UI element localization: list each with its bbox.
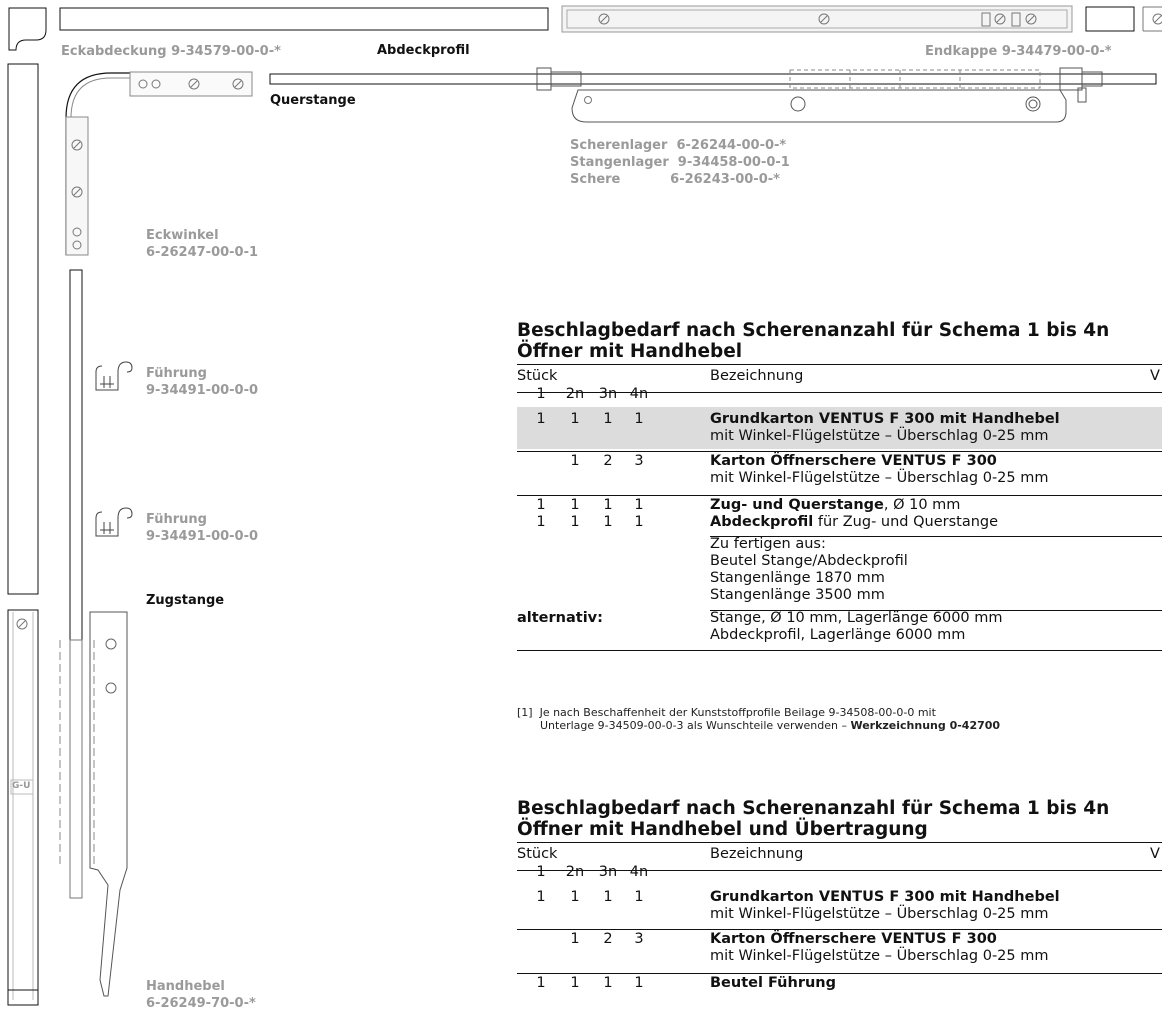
table2-title-line2: Öffner mit Handhebel und Übertragung (517, 819, 928, 840)
header-bezeichnung: Bezeichnung (710, 368, 804, 384)
fuehrung-clip-1 (95, 361, 133, 391)
header-col-3n: 3n (598, 386, 618, 402)
table-row: 1 1 1 1 Abdeckprofil für Zug- und Querst… (536, 514, 999, 530)
header-stueck: Stück (517, 846, 558, 862)
table1-top-rule (517, 364, 1162, 365)
fuehrung-2-number: 9-34491-00-0-0 (146, 529, 259, 544)
table2-title: Beschlagbedarf nach Scherenanzahl für Sc… (517, 798, 1109, 840)
table2-header: Stück 1 2n 3n 4n Bezeichnung V (517, 846, 1162, 884)
table1-header: Stück 1 2n 3n 4n Bezeichnung V (517, 368, 1162, 406)
header-stueck: Stück (517, 368, 558, 384)
table-row: 1 2 3 Karton Öffnerschere VENTUS F 300 m… (570, 931, 1049, 964)
footnote: [1] Je nach Beschaffenheit der Kunststof… (517, 706, 1000, 732)
header-col-4n: 4n (629, 864, 649, 880)
fuehrung-clip-2 (95, 507, 133, 537)
zugstange-rod (69, 269, 83, 641)
end-block (1085, 6, 1135, 32)
table-row: 1 1 1 1 Grundkarton VENTUS F 300 mit Han… (536, 889, 1060, 922)
header-col-3n: 3n (598, 864, 618, 880)
fuehrung-1-name: Führung (146, 366, 207, 381)
footnote-line2: Unterlage 9-34509-00-0-3 als Wunschteile… (540, 719, 851, 732)
label-stangenlager: Stangenlager 9-34458-00-0-1 (570, 155, 790, 170)
eckwinkel-name: Eckwinkel (146, 228, 219, 243)
label-querstange: Querstange (270, 93, 356, 108)
header-col-1: 1 (536, 386, 546, 402)
querstange-rod (269, 73, 1157, 85)
handhebel (89, 611, 128, 997)
header-col-4n: 4n (629, 386, 649, 402)
table-row: 1 1 1 1 Beutel Führung (536, 975, 836, 991)
label-fuehrung-2: Führung 9-34491-00-0-0 (146, 511, 258, 545)
scherenlager-plate (571, 89, 1067, 123)
header-col-2n: 2n (565, 386, 585, 402)
table-row: 1 1 1 1 Grundkarton VENTUS F 300 mit Han… (517, 407, 1162, 449)
top-bar (59, 7, 549, 31)
label-zugstange: Zugstange (146, 593, 225, 608)
corner-cap (8, 7, 47, 51)
table2-title-line1: Beschlagbedarf nach Scherenanzahl für Sc… (517, 798, 1110, 819)
footnote-line1: [1] Je nach Beschaffenheit der Kunststof… (517, 706, 936, 719)
header-v: V (1150, 846, 1160, 862)
alternativ-block: alternativ: Stange, Ø 10 mm, Lagerlänge … (517, 610, 1003, 643)
table1-title-line1: Beschlagbedarf nach Scherenanzahl für Sc… (517, 320, 1110, 341)
label-endkappe: Endkappe 9-34479-00-0-* (925, 44, 1112, 59)
label-abdeckprofil: Abdeckprofil (377, 43, 470, 58)
table-row: 1 1 1 1 Zug- und Querstange, Ø 10 mm (536, 497, 961, 513)
table1-title-line2: Öffner mit Handhebel (517, 341, 743, 362)
fuehrung-1-number: 9-34491-00-0-0 (146, 383, 259, 398)
label-scherenlager: Scherenlager 6-26244-00-0-* (570, 138, 787, 153)
footnote-bold: Werkzeichnung 0-42700 (850, 719, 1001, 732)
fertigen-block: Zu fertigen aus: Beutel Stange/Abdeckpro… (710, 536, 908, 603)
label-eckabdeckung: Eckabdeckung 9-34579-00-0-* (61, 44, 281, 59)
header-col-1: 1 (536, 864, 546, 880)
gu-logo: G-U (12, 781, 31, 791)
table2-top-rule (517, 842, 1162, 843)
handhebel-name: Handhebel (146, 979, 225, 994)
label-handhebel: Handhebel 6-26249-70-0-* (146, 978, 256, 1012)
label-eckwinkel: Eckwinkel 6-26247-00-0-1 (146, 227, 258, 261)
header-v: V (1150, 368, 1160, 384)
table1: Stück 1 2n 3n 4n Bezeichnung V 1 1 1 1 G… (517, 368, 1162, 651)
table-row: 1 2 3 Karton Öffnerschere VENTUS F 300 m… (570, 453, 1049, 486)
table2: Stück 1 2n 3n 4n Bezeichnung V 1 1 1 1 G… (517, 846, 1162, 993)
label-fuehrung-1: Führung 9-34491-00-0-0 (146, 365, 258, 399)
left-frame (7, 63, 39, 595)
handhebel-number: 6-26249-70-0-* (146, 996, 256, 1011)
fuehrung-2-name: Führung (146, 512, 207, 527)
eckwinkel-number: 6-26247-00-0-1 (146, 245, 259, 260)
header-bezeichnung: Bezeichnung (710, 846, 804, 862)
alternativ-label: alternativ: (517, 610, 603, 626)
header-col-2n: 2n (565, 864, 585, 880)
label-schere: Schere 6-26243-00-0-* (570, 172, 780, 187)
table1-title: Beschlagbedarf nach Scherenanzahl für Sc… (517, 320, 1109, 362)
